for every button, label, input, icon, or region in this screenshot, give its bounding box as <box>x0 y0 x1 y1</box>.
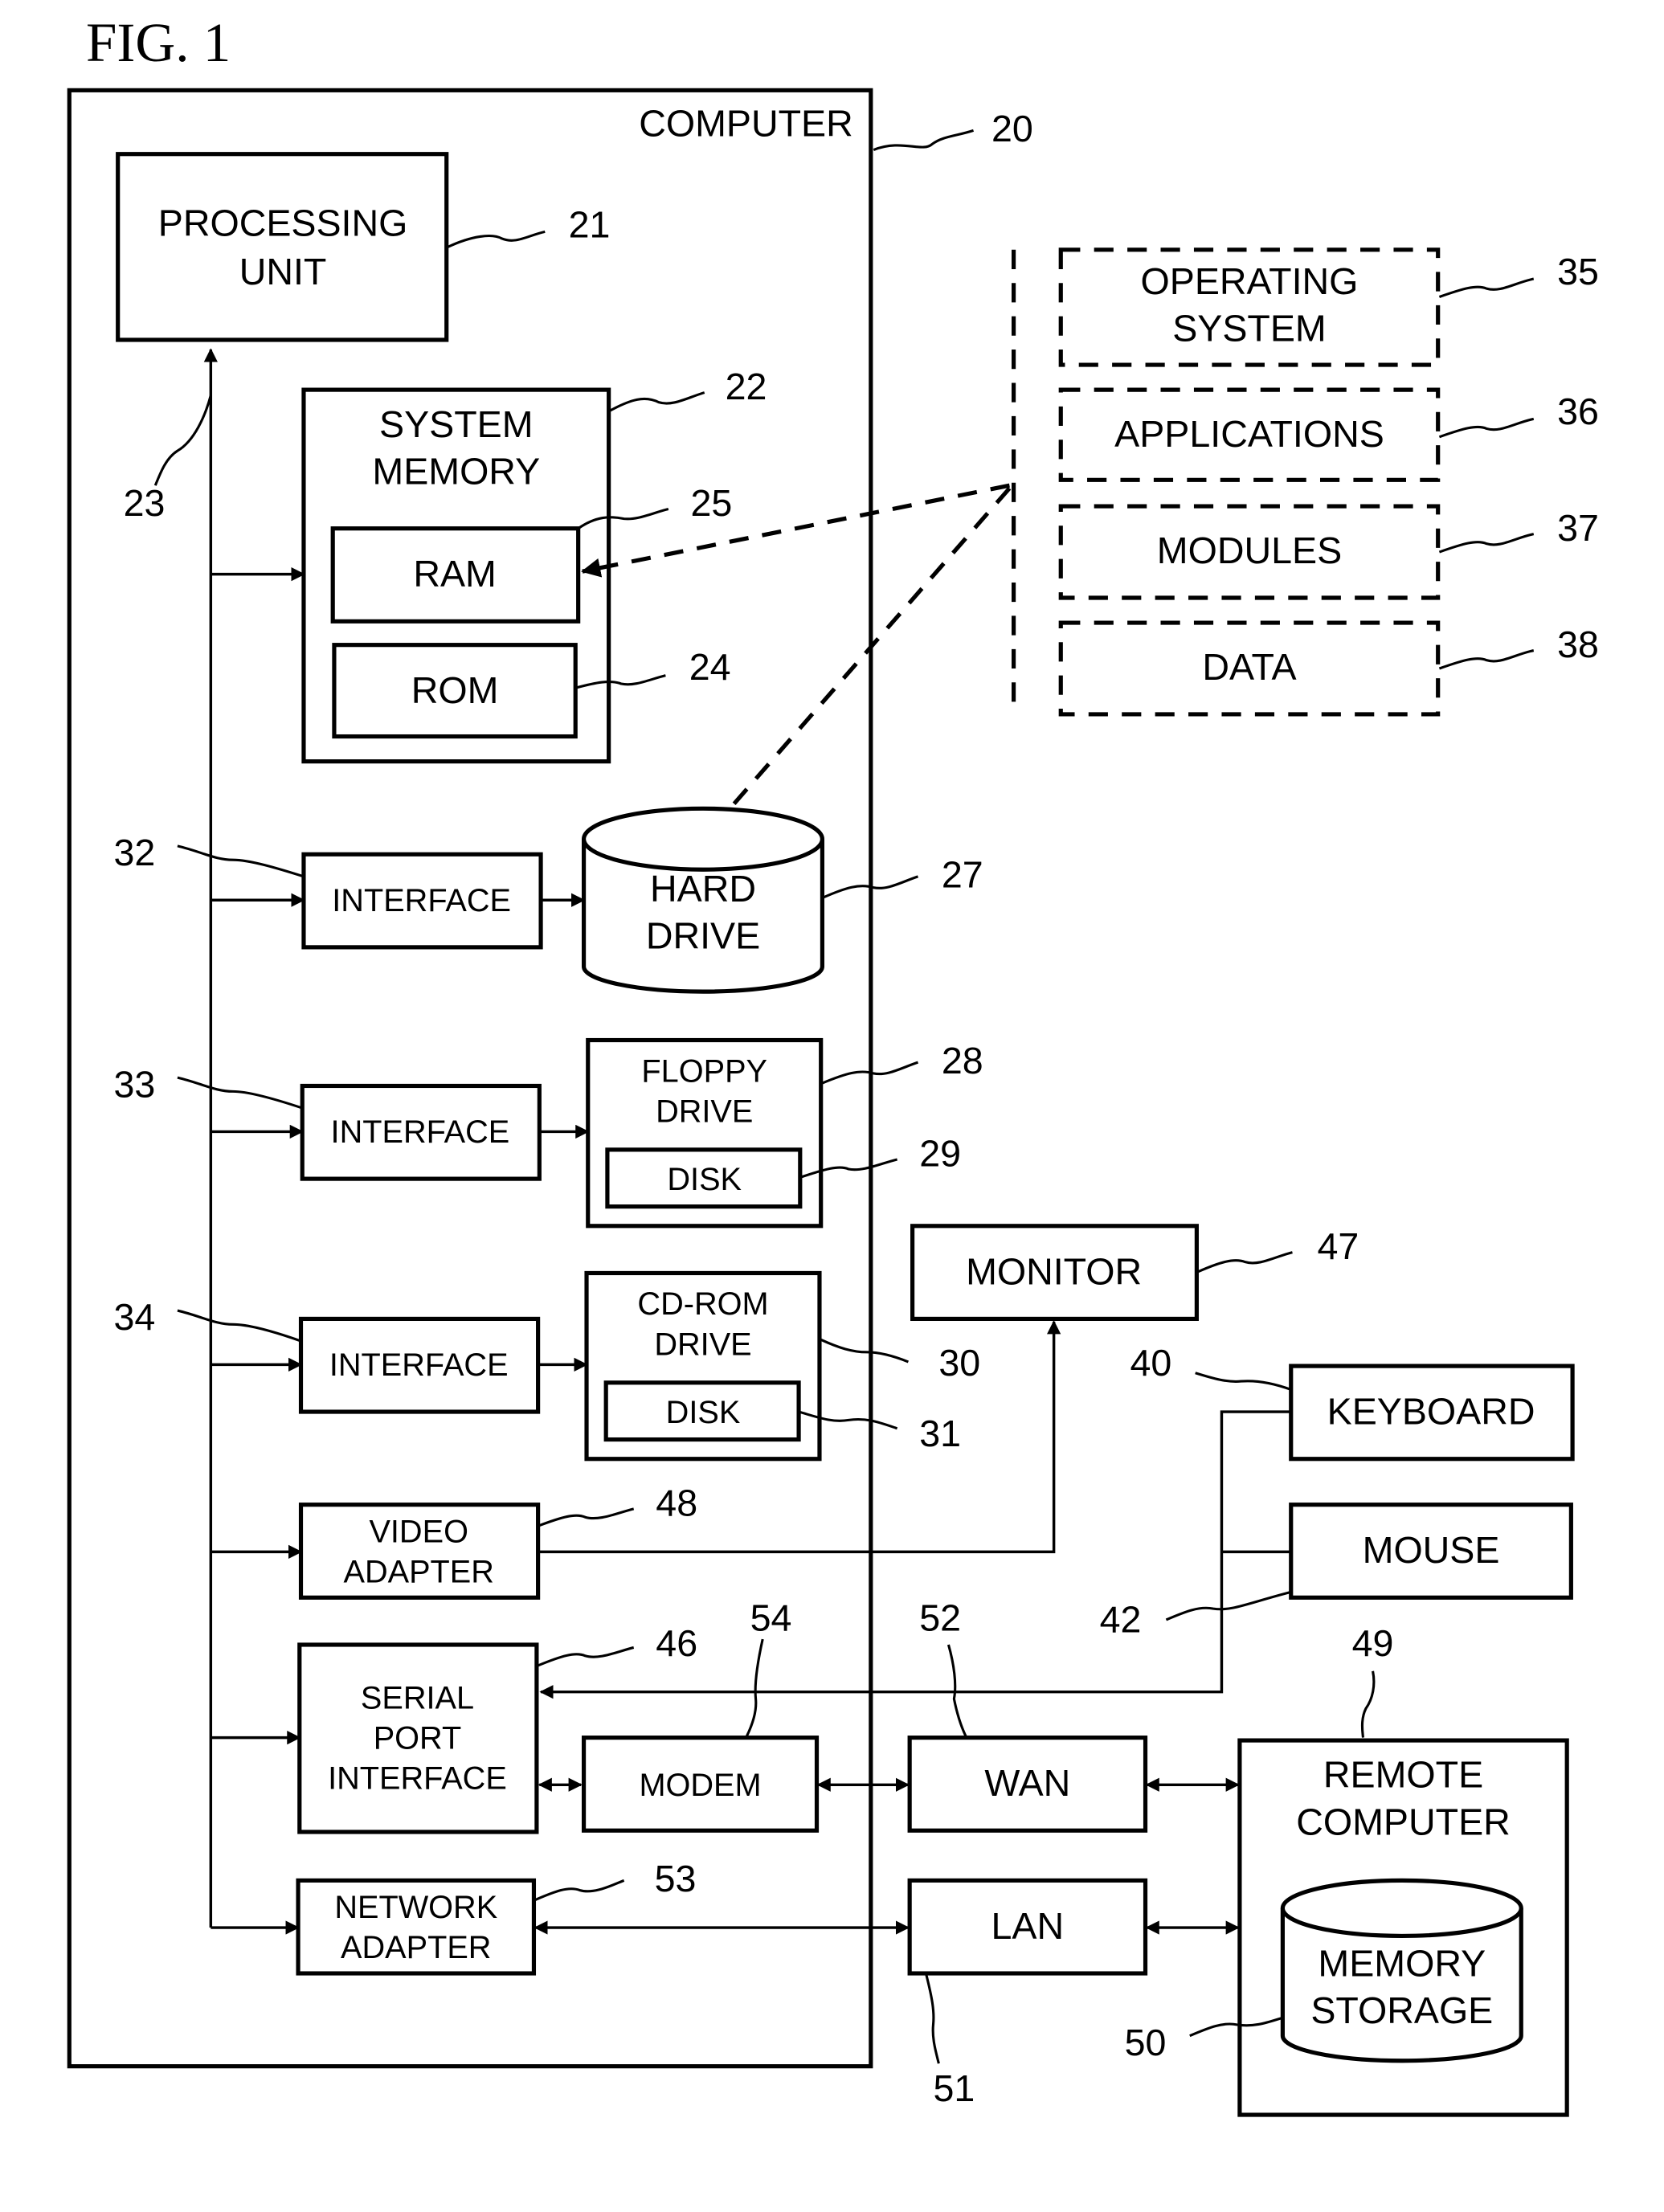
cdrom-line1: CD-ROM <box>637 1286 768 1322</box>
applications-label: APPLICATIONS <box>1114 413 1384 455</box>
floppy-line2: DRIVE <box>656 1094 753 1129</box>
os-line1: OPERATING <box>1141 260 1359 302</box>
ref-51: 51 <box>933 2067 975 2109</box>
leader-42 <box>1165 1590 1292 1621</box>
ref-36: 36 <box>1557 390 1599 432</box>
ram-label: RAM <box>413 553 497 595</box>
ref-37: 37 <box>1557 507 1599 549</box>
modem-label: MODEM <box>639 1768 761 1803</box>
ref-28: 28 <box>942 1040 983 1081</box>
leader-49 <box>1360 1670 1376 1738</box>
ref-27: 27 <box>942 854 983 896</box>
software-item-data: DATA 38 <box>1058 620 1599 717</box>
figure-title: FIG. 1 <box>86 11 231 73</box>
monitor-label: MONITOR <box>966 1250 1142 1292</box>
memory-storage-cylinder: MEMORY STORAGE <box>1280 1878 1523 2063</box>
ref-24: 24 <box>689 646 731 688</box>
processing-unit-line2: UNIT <box>239 251 327 292</box>
ref-20: 20 <box>991 108 1033 149</box>
processing-unit-box <box>116 152 449 342</box>
ref-48: 48 <box>656 1482 697 1523</box>
ref-42: 42 <box>1100 1598 1142 1640</box>
processing-unit-line1: PROCESSING <box>158 202 408 244</box>
cdrom-disk-label: DISK <box>666 1395 741 1430</box>
interface-33-label: INTERFACE <box>331 1114 510 1150</box>
ref-46: 46 <box>656 1622 697 1664</box>
serial-line3: INTERFACE <box>328 1760 507 1796</box>
network-adapter-line2: ADAPTER <box>341 1930 491 1965</box>
os-line2: SYSTEM <box>1172 308 1327 350</box>
memory-storage-line1: MEMORY <box>1318 1942 1486 1984</box>
system-memory-line2: MEMORY <box>372 450 540 492</box>
ref-47: 47 <box>1318 1225 1359 1267</box>
interface-32-label: INTERFACE <box>332 883 511 918</box>
video-adapter-line2: ADAPTER <box>343 1554 493 1589</box>
keyboard-label: KEYBOARD <box>1327 1391 1535 1433</box>
ref-29: 29 <box>919 1133 961 1175</box>
system-memory-line1: SYSTEM <box>379 403 534 445</box>
memory-storage-line2: STORAGE <box>1310 1989 1493 2031</box>
software-item-os: OPERATING SYSTEM 35 <box>1058 247 1599 367</box>
ref-35: 35 <box>1557 251 1599 292</box>
modules-label: MODULES <box>1157 529 1342 571</box>
wan-label: WAN <box>984 1762 1070 1804</box>
serial-line1: SERIAL <box>361 1680 474 1715</box>
leader-51 <box>925 1974 940 2064</box>
ref-21: 21 <box>569 203 611 245</box>
floppy-line1: FLOPPY <box>641 1053 767 1089</box>
mouse-label: MOUSE <box>1363 1529 1500 1571</box>
remote-computer-line2: COMPUTER <box>1296 1801 1511 1842</box>
ref-25: 25 <box>690 482 732 524</box>
ref-50: 50 <box>1125 2022 1167 2063</box>
ref-40: 40 <box>1130 1342 1172 1384</box>
ref-32: 32 <box>113 832 155 873</box>
cdrom-line2: DRIVE <box>654 1327 751 1362</box>
computer-label: COMPUTER <box>639 102 853 144</box>
ref-22: 22 <box>726 366 767 407</box>
remote-computer-line1: REMOTE <box>1323 1754 1483 1796</box>
ref-49: 49 <box>1352 1622 1394 1664</box>
interface-34-label: INTERFACE <box>329 1347 509 1383</box>
hard-drive-cylinder: HARD DRIVE <box>581 806 825 994</box>
ref-31: 31 <box>919 1413 961 1454</box>
ref-33: 33 <box>113 1063 155 1105</box>
lan-label: LAN <box>991 1905 1065 1947</box>
ref-52: 52 <box>919 1597 961 1639</box>
leader-47 <box>1197 1251 1293 1274</box>
rom-label: ROM <box>411 669 499 711</box>
ref-38: 38 <box>1557 624 1599 665</box>
ref-34: 34 <box>113 1296 155 1338</box>
leader-40 <box>1195 1372 1292 1391</box>
video-adapter-line1: VIDEO <box>369 1514 468 1549</box>
ref-23: 23 <box>124 482 166 524</box>
hard-drive-line2: DRIVE <box>646 915 760 957</box>
hard-drive-line1: HARD <box>650 868 756 910</box>
ref-54: 54 <box>750 1597 792 1639</box>
patent-figure: FIG. 1 COMPUTER 20 PROCESSING UNIT 21 23… <box>67 11 1599 2117</box>
software-item-modules: MODULES 37 <box>1058 504 1599 600</box>
serial-line2: PORT <box>374 1720 462 1756</box>
data-label: DATA <box>1202 646 1296 688</box>
ref-30: 30 <box>938 1342 980 1384</box>
ref-53: 53 <box>655 1858 697 1899</box>
software-item-applications: APPLICATIONS 36 <box>1058 387 1599 482</box>
leader-20 <box>873 129 975 151</box>
floppy-disk-label: DISK <box>667 1162 742 1197</box>
network-adapter-line1: NETWORK <box>334 1890 497 1925</box>
